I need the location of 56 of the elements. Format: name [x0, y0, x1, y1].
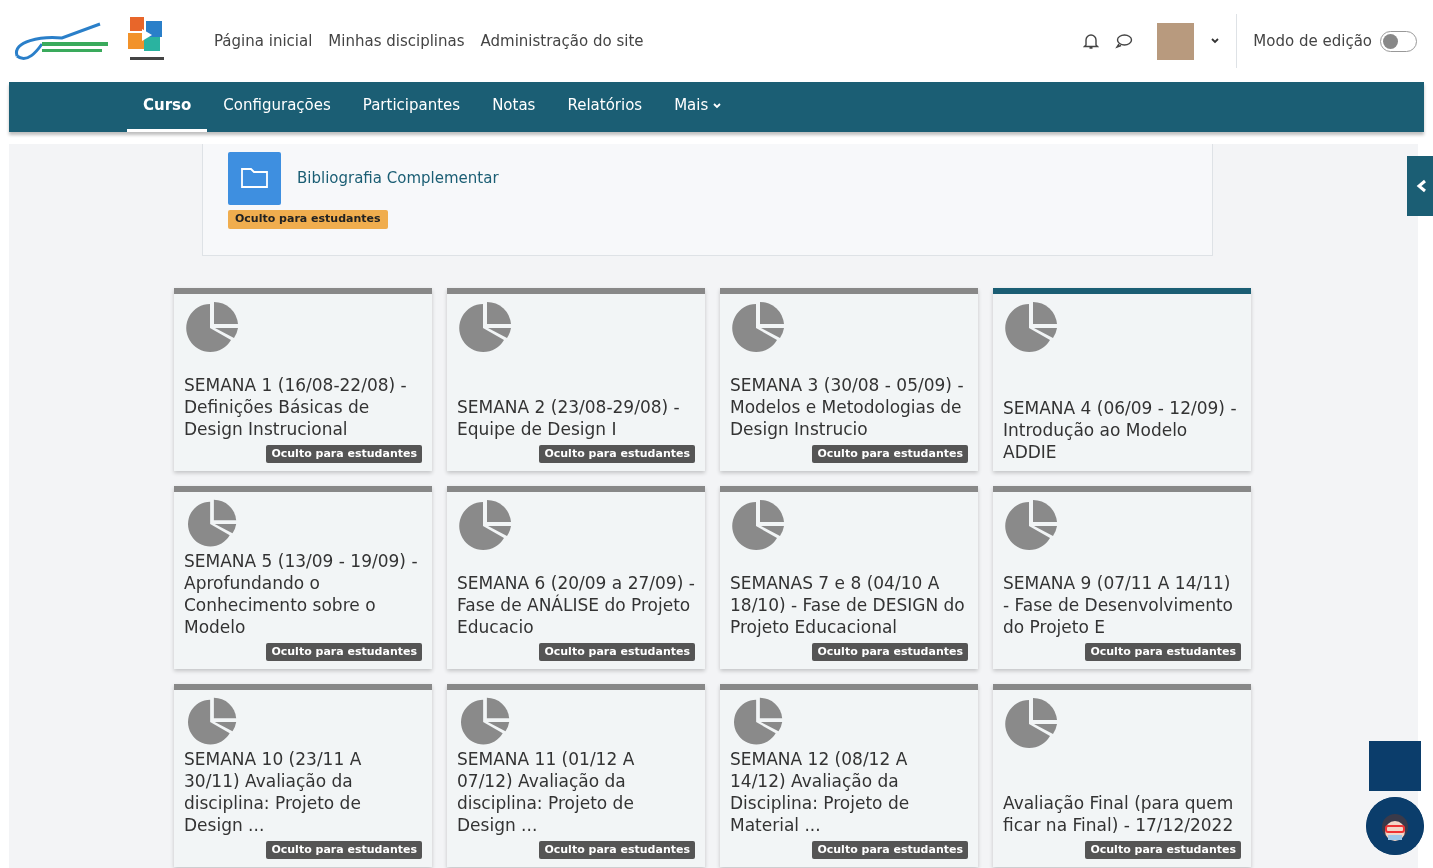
week-title: SEMANA 11 (01/12 A 07/12) Avaliação da disciplina: Projeto de Design ... [457, 748, 636, 837]
drawer-toggle[interactable] [1407, 156, 1433, 216]
hidden-badge: Oculto para estudantes [266, 444, 422, 463]
week-card[interactable]: SEMANA 5 (13/09 - 19/09) - Aprofundando o Conhecimento sobre o Modelo Oculto para estudantes [174, 486, 432, 669]
user-avatar[interactable] [1157, 22, 1195, 60]
edit-mode-toggle[interactable] [1380, 30, 1417, 52]
hidden-badge: Oculto para estudantes [266, 840, 422, 859]
hidden-badge: Oculto para estudantes [539, 642, 695, 661]
week-card[interactable]: SEMANA 12 (08/12 A 14/12) Avaliação da Disciplina: Projeto de Material ... Oculto para estudantes [720, 684, 978, 867]
chat-bubble-icon[interactable] [1115, 33, 1134, 49]
course-tab[interactable]: Curso [127, 82, 208, 132]
week-title: SEMANA 12 (08/12 A 14/12) Avaliação da Disciplina: Projeto de Material ... [730, 748, 911, 837]
hidden-badge: Oculto para estudantes [539, 444, 695, 463]
resource-link[interactable]: Bibliografia Complementar [297, 167, 499, 190]
week-card[interactable]: SEMANA 4 (06/09 - 12/09) - Introdução ao Modelo ADDIE [993, 288, 1251, 471]
nav-link[interactable]: Administração do site [480, 29, 644, 53]
week-card[interactable]: SEMANAS 7 e 8 (04/10 A 18/10) - Fase de DESIGN do Projeto Educacional Oculto para estudantes [720, 486, 978, 669]
hidden-badge: Oculto para estudantes [1085, 840, 1241, 859]
week-title: SEMANA 1 (16/08-22/08) - Definições Básicas de Design Instrucional [184, 374, 408, 441]
week-card[interactable]: SEMANA 3 (30/08 - 05/09) - Modelos e Metodologias de Design Instrucio Oculto para estudantes [720, 288, 978, 471]
week-title: SEMANA 3 (30/08 - 05/09) - Modelos e Metodologias de Design Instrucio [730, 374, 965, 441]
caret-icon[interactable] [1210, 37, 1221, 45]
week-card[interactable]: Avaliação Final (para quem ficar na Final) - 17/12/2022 Oculto para estudantes [993, 684, 1251, 867]
course-tab[interactable]: Mais [658, 82, 739, 132]
course-tab[interactable]: Notas [476, 82, 552, 132]
week-card[interactable]: SEMANA 2 (23/08-29/08) - Equipe de Design I Oculto para estudantes [447, 288, 705, 471]
week-card[interactable]: SEMANA 11 (01/12 A 07/12) Avaliação da disciplina: Projeto de Design ... Oculto para estudantes [447, 684, 705, 867]
folder-icon [228, 152, 281, 205]
edit-mode-label: Modo de edição [1253, 30, 1372, 52]
week-title: SEMANA 6 (20/09 a 27/09) - Fase de ANÁLISE do Projeto Educacio [457, 572, 695, 639]
week-title: SEMANAS 7 e 8 (04/10 A 18/10) - Fase de DESIGN do Projeto Educacional [730, 572, 966, 639]
nav-link[interactable]: Página inicial [214, 29, 313, 53]
hidden-badge: Oculto para estudantes [812, 840, 968, 859]
hidden-badge: Oculto para estudantes [266, 642, 422, 661]
week-card[interactable]: SEMANA 6 (20/09 a 27/09) - Fase de ANÁLISE do Projeto Educacio Oculto para estudantes [447, 486, 705, 669]
hidden-badge: Oculto para estudantes [539, 840, 695, 859]
nav-link[interactable]: Minhas disciplinas [328, 29, 465, 53]
chevron-left-icon [1415, 179, 1429, 193]
hidden-badge: Oculto para estudantes [1085, 642, 1241, 661]
course-tab[interactable]: Relatórios [551, 82, 659, 132]
week-title: Avaliação Final (para quem ficar na Final) - 17/12/2022 [1003, 792, 1235, 837]
week-title: SEMANA 10 (23/11 A 30/11) Avaliação da disciplina: Projeto de Design ... [184, 748, 363, 837]
week-card[interactable]: SEMANA 10 (23/11 A 30/11) Avaliação da disciplina: Projeto de Design ... Oculto para estudantes [174, 684, 432, 867]
week-title: SEMANA 2 (23/08-29/08) - Equipe de Design I [457, 396, 681, 441]
week-title: SEMANA 9 (07/11 A 14/11) - Fase de Desenvolvimento do Projeto E [1003, 572, 1234, 639]
course-tab[interactable]: Participantes [346, 82, 477, 132]
week-card[interactable]: SEMANA 1 (16/08-22/08) - Definições Básicas de Design Instrucional Oculto para estudantes [174, 288, 432, 471]
hidden-badge: Oculto para estudantes [228, 210, 388, 229]
week-title: SEMANA 5 (13/09 - 19/09) - Aprofundando o Conhecimento sobre o Modelo [184, 550, 419, 639]
hidden-badge: Oculto para estudantes [812, 444, 968, 463]
week-title: SEMANA 4 (06/09 - 12/09) - Introdução ao Modelo ADDIE [1003, 396, 1238, 463]
caret-icon [712, 101, 723, 110]
hidden-badge: Oculto para estudantes [812, 642, 968, 661]
week-card[interactable]: SEMANA 9 (07/11 A 14/11) - Fase de Desenvolvimento do Projeto E Oculto para estudantes [993, 486, 1251, 669]
course-tab[interactable]: Configurações [207, 82, 347, 132]
bell-icon[interactable] [1083, 32, 1100, 50]
